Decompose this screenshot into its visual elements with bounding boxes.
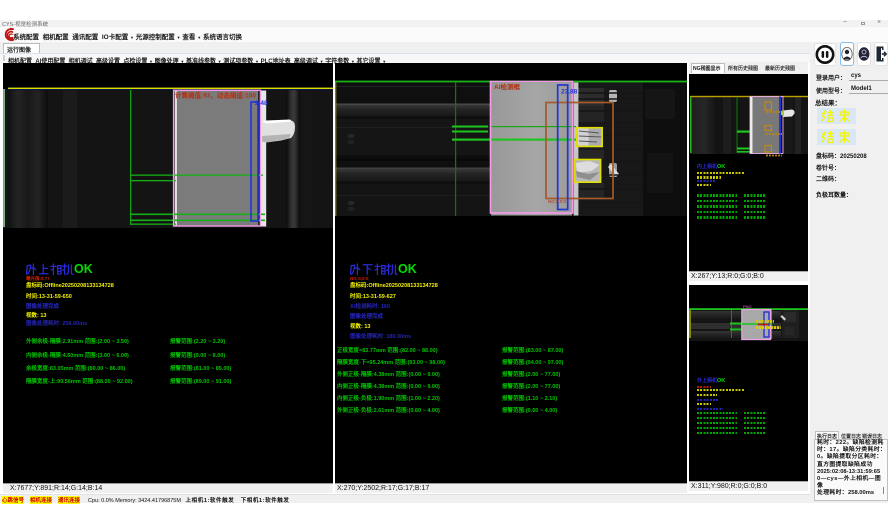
- svg-text:2.48: 2.48: [255, 100, 268, 107]
- svg-text:23.88: 23.88: [561, 89, 578, 96]
- svg-text:PNG: PNG: [743, 304, 752, 309]
- svg-text:计算阈值:93，动态阈值:100: 计算阈值:93，动态阈值:100: [175, 91, 256, 100]
- svg-text:NG:0,0:0: NG:0,0:0: [548, 199, 567, 204]
- svg-text:AI检测框: AI检测框: [494, 82, 521, 91]
